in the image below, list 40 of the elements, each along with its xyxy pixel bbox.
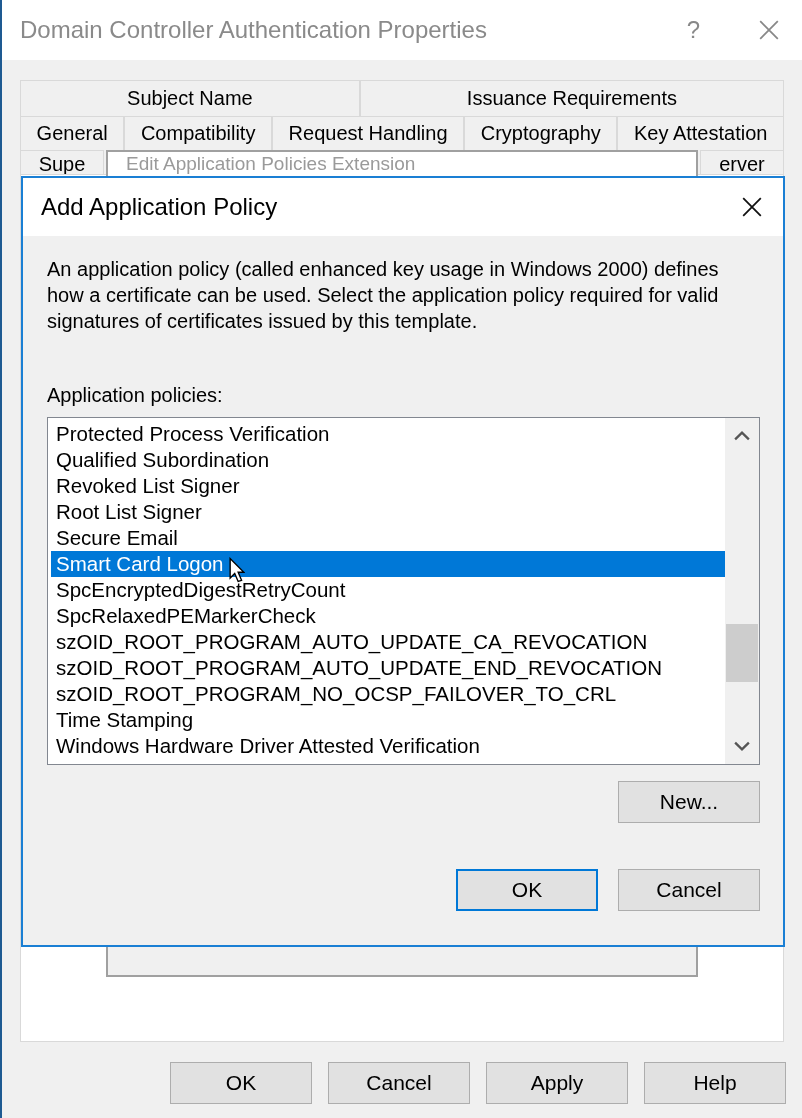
list-item[interactable]: SpcRelaxedPEMarkerCheck [51,603,725,629]
close-icon[interactable] [741,196,763,218]
dialog-button[interactable]: OK [170,1062,312,1104]
description-text: An application policy (called enhanced key usage in Windows 2000) defines how a certificate can be used. Select the application policy required for valid signatures of certificates issued by this template. [47,257,720,334]
list-item[interactable]: szOID_ROOT_PROGRAM_NO_OCSP_FAILOVER_TO_CRL [51,681,725,707]
scroll-up-icon[interactable] [734,430,750,442]
list-item[interactable]: Root List Signer [51,499,725,525]
scrollbar[interactable] [725,418,759,764]
tab[interactable]: Request Handling [272,116,465,150]
tab[interactable]: Cryptography [464,116,618,150]
dialog-button[interactable]: OK [456,869,598,911]
scroll-down-icon[interactable] [734,740,750,752]
help-button[interactable]: ? [680,16,706,44]
mouse-pointer-icon [229,557,245,583]
policy-list[interactable] [47,417,760,765]
list-item[interactable]: Qualified Subordination [51,447,725,473]
tab[interactable]: erver [700,150,784,174]
list-item[interactable]: Time Stamping [51,707,725,733]
list-item[interactable]: Secure Email [51,525,725,551]
list-item[interactable]: szOID_ROOT_PROGRAM_AUTO_UPDATE_END_REVOCATION [51,655,725,681]
list-item[interactable]: SpcEncryptedDigestRetryCount [51,577,725,603]
dialog-button[interactable]: Cancel [328,1062,470,1104]
list-label: Application policies: [47,384,224,407]
window-title: Domain Controller Authentication Properties [20,16,488,44]
dialog-title: Edit Application Policies Extension [126,152,416,176]
dialog-title: Add Application Policy [41,193,278,221]
list-item[interactable]: Windows Hardware Driver Attested Verification [51,733,725,759]
new-button[interactable]: New... [618,781,760,823]
list-item[interactable]: szOID_ROOT_PROGRAM_AUTO_UPDATE_CA_REVOCATION [51,629,725,655]
tab[interactable]: General [20,116,125,150]
tab[interactable]: Issuance Requirements [359,80,784,116]
list-item[interactable]: Revoked List Signer [51,473,725,499]
dialog-button[interactable]: Cancel [618,869,760,911]
tab[interactable]: Key Attestation [617,116,784,150]
tab[interactable]: Subject Name [20,80,360,116]
list-item[interactable]: Protected Process Verification [51,421,725,447]
scroll-thumb[interactable] [726,624,758,682]
dialog-button[interactable]: Apply [486,1062,628,1104]
tab[interactable]: Compatibility [124,116,272,150]
dialog-button[interactable]: Help [644,1062,786,1104]
